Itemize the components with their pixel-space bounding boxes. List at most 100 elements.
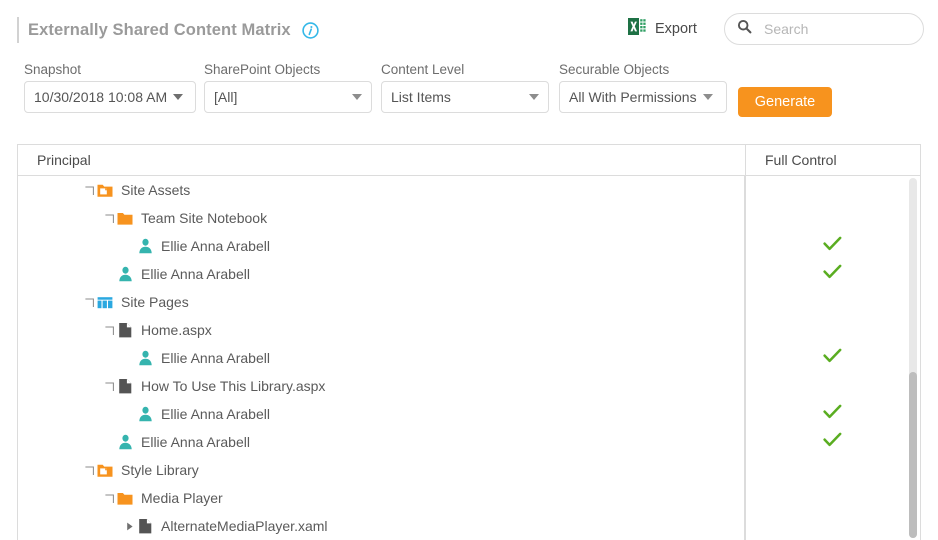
scrollbar-thumb[interactable] [909,372,917,538]
cell-full-control [744,260,920,288]
checkmark-icon [823,348,842,369]
cell-full-control [744,316,920,344]
filter-securable-objects-value: All With Permissions [569,89,697,105]
cell-principal: Media Player [18,484,744,512]
cell-full-control [744,232,920,260]
node-label: Ellie Anna Arabell [161,350,270,366]
column-header-principal[interactable]: Principal [18,145,745,175]
chevron-down-icon [703,94,713,100]
table-row[interactable]: Ellie Anna Arabell [18,400,920,428]
collapse-arrow-icon[interactable] [102,211,116,225]
filter-sharepoint-objects-value: [All] [214,89,346,105]
table-row[interactable]: Style Library [18,456,920,484]
info-circle-icon[interactable] [302,22,319,39]
chevron-down-icon [529,94,539,100]
cell-principal: Ellie Anna Arabell [18,400,744,428]
table-row[interactable]: Ellie Anna Arabell [18,344,920,372]
table-row[interactable]: How To Use This Library.aspx [18,372,920,400]
filter-content-level-dropdown[interactable]: List Items [381,81,549,113]
cell-principal: Site Assets [18,176,744,204]
folder-icon [116,211,134,226]
grid-body: Site AssetsTeam Site NotebookEllie Anna … [18,176,920,540]
table-row[interactable]: Media Player [18,484,920,512]
node-label: Media Player [141,490,223,506]
user-icon [116,434,134,450]
node-label: Site Pages [121,294,189,310]
node-label: Ellie Anna Arabell [141,266,250,282]
user-icon [116,266,134,282]
export-button[interactable]: Export [628,17,697,41]
cell-principal: Ellie Anna Arabell [18,232,744,260]
collapse-arrow-icon[interactable] [82,183,96,197]
chevron-down-icon [173,94,183,100]
collapse-arrow-icon[interactable] [82,295,96,309]
filter-sharepoint-objects-dropdown[interactable]: [All] [204,81,372,113]
cell-principal: Ellie Anna Arabell [18,260,744,288]
filter-sharepoint-objects-label: SharePoint Objects [204,62,372,77]
node-label: AlternateMediaPlayer.xaml [161,518,328,534]
search-input[interactable] [762,20,914,38]
twisty-spacer [122,239,136,253]
document-library-icon [96,183,114,198]
collapse-arrow-icon[interactable] [82,463,96,477]
generate-button[interactable]: Generate [738,87,832,117]
filter-securable-objects-dropdown[interactable]: All With Permissions [559,81,727,113]
page-title-group: Externally Shared Content Matrix [17,16,319,44]
folder-icon [116,491,134,506]
filter-securable-objects-label: Securable Objects [559,62,727,77]
cell-principal: Ellie Anna Arabell [18,428,744,456]
cell-full-control [744,344,920,372]
filter-snapshot: Snapshot 10/30/2018 10:08 AM [24,62,196,113]
cell-principal: Site Pages [18,288,744,316]
table-row[interactable]: Site Pages [18,288,920,316]
page-library-icon [96,295,114,310]
cell-full-control [744,512,920,540]
filter-content-level-label: Content Level [381,62,549,77]
collapse-arrow-icon[interactable] [102,379,116,393]
cell-full-control [744,288,920,316]
twisty-spacer [102,435,116,449]
filter-content-level: Content Level List Items [381,62,549,113]
checkmark-icon [823,432,842,453]
column-separator [745,176,746,540]
cell-principal: AlternateMediaPlayer.xaml [18,512,744,540]
table-row[interactable]: AlternateMediaPlayer.xaml [18,512,920,540]
table-row[interactable]: Ellie Anna Arabell [18,260,920,288]
filter-securable-objects: Securable Objects All With Permissions [559,62,727,113]
checkmark-icon [823,236,842,257]
user-icon [136,350,154,366]
cell-full-control [744,400,920,428]
cell-principal: Style Library [18,456,744,484]
cell-full-control [744,372,920,400]
document-icon [136,518,154,534]
chevron-down-icon [352,94,362,100]
cell-full-control [744,176,920,204]
table-row[interactable]: Home.aspx [18,316,920,344]
filter-bar: Snapshot 10/30/2018 10:08 AM SharePoint … [0,62,938,124]
filter-snapshot-label: Snapshot [24,62,196,77]
node-label: Site Assets [121,182,190,198]
expand-arrow-icon[interactable] [122,519,136,533]
checkmark-icon [823,404,842,425]
node-label: How To Use This Library.aspx [141,378,325,394]
document-library-icon [96,463,114,478]
collapse-arrow-icon[interactable] [102,491,116,505]
user-icon [136,238,154,254]
table-row[interactable]: Team Site Notebook [18,204,920,232]
search-icon [737,19,752,39]
permissions-grid: Principal Full Control Site Assets Team S… [17,144,921,540]
column-header-full-control[interactable]: Full Control [745,145,920,175]
cell-full-control [744,428,920,456]
node-label: Ellie Anna Arabell [141,434,250,450]
table-row[interactable]: Ellie Anna Arabell [18,428,920,456]
table-row[interactable]: Ellie Anna Arabell [18,232,920,260]
search-box[interactable] [724,13,924,45]
table-row[interactable]: Site Assets [18,176,920,204]
collapse-arrow-icon[interactable] [102,323,116,337]
filter-snapshot-dropdown[interactable]: 10/30/2018 10:08 AM [24,81,196,113]
cell-principal: How To Use This Library.aspx [18,372,744,400]
twisty-spacer [102,267,116,281]
node-label: Ellie Anna Arabell [161,406,270,422]
vertical-scrollbar[interactable] [909,178,917,538]
externally-shared-content-matrix-page: Externally Shared Content Matrix [0,0,938,540]
